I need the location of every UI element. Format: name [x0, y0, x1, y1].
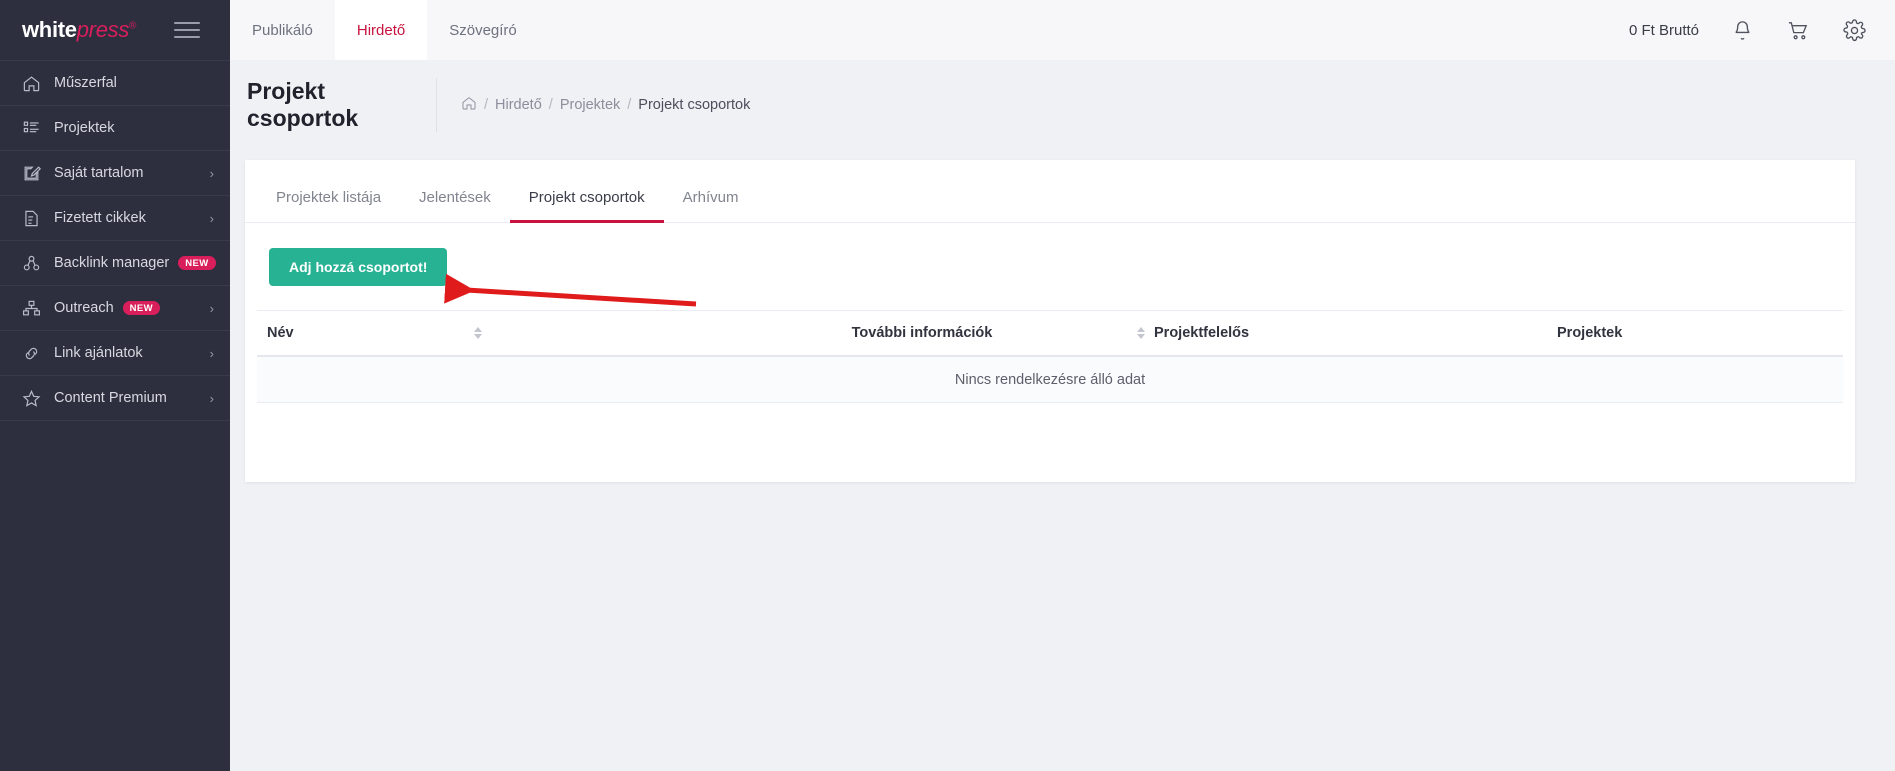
sidebar-item-content-premium[interactable]: Content Premium ›	[0, 376, 230, 421]
cart-icon[interactable]	[1785, 17, 1811, 43]
chevron-right-icon: ›	[209, 165, 214, 181]
breadcrumb-item-projekt-csoportok: Projekt csoportok	[638, 97, 751, 113]
sitemap-icon	[20, 297, 42, 319]
column-label: Projektek	[1557, 325, 1623, 341]
sidebar-item-label: Saját tartalom	[54, 165, 144, 181]
badge-new: NEW	[122, 300, 161, 316]
chevron-right-icon: ›	[209, 210, 214, 226]
column-header-nev[interactable]: Név	[257, 325, 707, 341]
hamburger-bar	[174, 22, 200, 24]
account-balance: 0 Ft Bruttó	[1628, 21, 1699, 39]
sidebar-item-label: Content Premium	[54, 390, 167, 406]
sidebar-item-label: Backlink manager	[54, 255, 170, 271]
sidebar: whitepress® Műszerfal Projektek Saját ta…	[0, 0, 230, 771]
badge-new: NEW	[178, 255, 216, 271]
sort-icon[interactable]	[1137, 327, 1145, 339]
column-label: Projektfelelős	[1154, 325, 1250, 341]
page-header: Projekt csoportok / Hirdető / Projektek …	[230, 60, 1895, 150]
project-groups-table: Név További információk Projektfelelős P…	[257, 311, 1843, 403]
chain-link-icon	[20, 342, 42, 364]
tab-arhivum[interactable]: Arhívum	[664, 189, 758, 222]
column-header-projektfelelos[interactable]: Projektfelelős	[1127, 325, 1527, 341]
invoice-icon	[20, 207, 42, 229]
tab-projektek-listaja[interactable]: Projektek listája	[257, 189, 400, 222]
sort-icon[interactable]	[473, 327, 482, 339]
sidebar-item-fizetett-cikkek[interactable]: Fizetett cikkek ›	[0, 196, 230, 241]
table-empty-message: Nincs rendelkezésre álló adat	[257, 357, 1843, 403]
content-card: Projektek listája Jelentések Projekt cso…	[245, 160, 1855, 482]
tab-jelentesek[interactable]: Jelentések	[400, 189, 510, 222]
column-label: További információk	[851, 325, 993, 341]
brand-header: whitepress®	[0, 0, 230, 60]
toolbar-row: Adj hozzá csoportot!	[257, 223, 1843, 311]
list-icon	[20, 117, 42, 139]
logo-registered-mark: ®	[129, 20, 137, 32]
breadcrumb-separator: /	[484, 97, 489, 113]
breadcrumb-item-hirdeto[interactable]: Hirdető	[495, 97, 542, 113]
add-group-button[interactable]: Adj hozzá csoportot!	[269, 248, 448, 286]
breadcrumb: / Hirdető / Projektek / Projekt csoporto…	[437, 95, 750, 115]
sidebar-item-label: Link ajánlatok	[54, 345, 143, 361]
hamburger-icon[interactable]	[174, 22, 200, 38]
topbar-tab-hirdeto[interactable]: Hirdető	[334, 0, 428, 60]
sidebar-item-label: Projektek	[54, 120, 115, 136]
whitepress-logo[interactable]: whitepress®	[22, 17, 136, 43]
table-header-row: Név További információk Projektfelelős P…	[257, 311, 1843, 357]
home-icon	[20, 72, 42, 94]
topbar-tab-szovegiro[interactable]: Szövegíró	[427, 0, 539, 60]
logo-text-white: white	[22, 17, 77, 42]
column-header-tovabbi-informaciok[interactable]: További információk	[707, 325, 1127, 341]
sidebar-item-projektek[interactable]: Projektek	[0, 106, 230, 151]
tab-projekt-csoportok[interactable]: Projekt csoportok	[509, 189, 664, 223]
home-icon[interactable]	[461, 95, 477, 115]
hamburger-bar	[174, 29, 200, 31]
breadcrumb-separator: /	[548, 97, 553, 113]
breadcrumb-separator: /	[627, 97, 632, 113]
star-icon	[20, 387, 42, 409]
breadcrumb-item-projektek[interactable]: Projektek	[560, 97, 620, 113]
topbar-tab-publikalo[interactable]: Publikáló	[230, 0, 335, 60]
chevron-right-icon: ›	[209, 345, 214, 361]
gear-icon[interactable]	[1841, 17, 1867, 43]
logo-text-press: press	[76, 17, 130, 42]
hamburger-bar	[174, 36, 200, 38]
app-root: whitepress® Műszerfal Projektek Saját ta…	[0, 0, 1895, 771]
sidebar-item-label: Fizetett cikkek	[54, 210, 146, 226]
topbar-right-group: 0 Ft Bruttó	[1629, 0, 1895, 60]
sidebar-item-backlink-manager[interactable]: Backlink manager NEW	[0, 241, 230, 286]
sidebar-item-muszerfal[interactable]: Műszerfal	[0, 61, 230, 106]
sidebar-item-link-ajanlatok[interactable]: Link ajánlatok ›	[0, 331, 230, 376]
sidebar-item-outreach[interactable]: Outreach NEW ›	[0, 286, 230, 331]
column-header-projektek: Projektek	[1527, 325, 1843, 341]
page-title: Projekt csoportok	[247, 78, 359, 131]
bell-icon[interactable]	[1729, 17, 1755, 43]
card-tabs: Projektek listája Jelentések Projekt cso…	[245, 160, 1855, 223]
edit-document-icon	[20, 162, 42, 184]
sidebar-item-label: Műszerfal	[54, 75, 117, 91]
top-navigation-bar: Publikáló Hirdető Szövegíró 0 Ft Bruttó	[230, 0, 1895, 60]
sidebar-item-sajat-tartalom[interactable]: Saját tartalom ›	[0, 151, 230, 196]
sidebar-nav: Műszerfal Projektek Saját tartalom › Fiz…	[0, 60, 230, 421]
sidebar-item-label: Outreach	[54, 300, 114, 316]
link-network-icon	[20, 252, 42, 274]
chevron-right-icon: ›	[209, 390, 214, 406]
column-label: Név	[267, 325, 294, 341]
chevron-right-icon: ›	[209, 300, 214, 316]
